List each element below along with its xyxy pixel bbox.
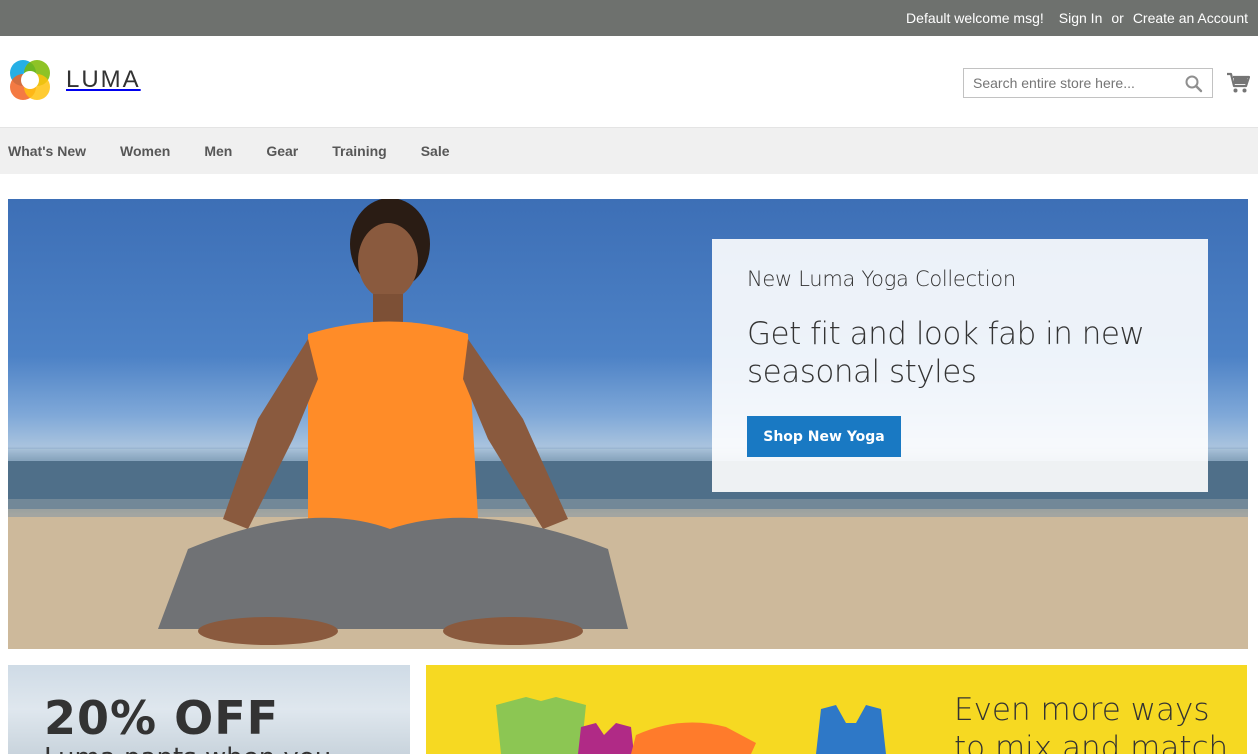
logo[interactable]: LUMA <box>8 58 141 102</box>
top-bar: Default welcome msg! Sign In or Create a… <box>0 0 1258 36</box>
nav-item-women[interactable]: Women <box>120 143 170 159</box>
search-icon[interactable] <box>1184 74 1204 94</box>
promo-tile-title: 20% OFF <box>44 691 280 745</box>
promo-eyebrow: New Luma Yoga Collection <box>747 267 1016 291</box>
nav-item-training[interactable]: Training <box>332 143 386 159</box>
nav-item-gear[interactable]: Gear <box>266 143 298 159</box>
nav-item-sale[interactable]: Sale <box>421 143 450 159</box>
search-box <box>963 68 1213 98</box>
header-links: Default welcome msg! Sign In or Create a… <box>906 0 1248 36</box>
tees-image <box>496 697 886 754</box>
luma-logo-icon <box>10 60 50 100</box>
shopping-cart-icon[interactable] <box>1226 71 1251 95</box>
nav-item-men[interactable]: Men <box>204 143 232 159</box>
promo-tile-subtitle: Luma pants when you <box>44 743 331 754</box>
nav-item-whats-new[interactable]: What's New <box>8 143 86 159</box>
sign-in-link[interactable]: Sign In <box>1059 10 1103 26</box>
promo-box: New Luma Yoga Collection Get fit and loo… <box>712 239 1208 492</box>
promo-tile-mix-match[interactable]: Even more ways to mix and match <box>426 665 1247 754</box>
or-separator: or <box>1111 10 1124 26</box>
main-navigation: What's New Women Men Gear Training Sale <box>0 127 1258 174</box>
shop-new-yoga-button[interactable]: Shop New Yoga <box>747 416 901 457</box>
logo-text: LUMA <box>66 66 141 93</box>
hero-banner[interactable]: New Luma Yoga Collection Get fit and loo… <box>8 199 1248 649</box>
promo-tile-headline: Even more ways to mix and match <box>954 692 1229 754</box>
header: LUMA <box>0 36 1258 127</box>
search-input[interactable] <box>964 69 1174 97</box>
welcome-message: Default welcome msg! <box>906 10 1044 26</box>
create-account-link[interactable]: Create an Account <box>1133 10 1248 26</box>
promo-headline: Get fit and look fab in new seasonal sty… <box>747 316 1145 390</box>
promo-tile-20-off[interactable]: 20% OFF Luma pants when you <box>8 665 410 754</box>
